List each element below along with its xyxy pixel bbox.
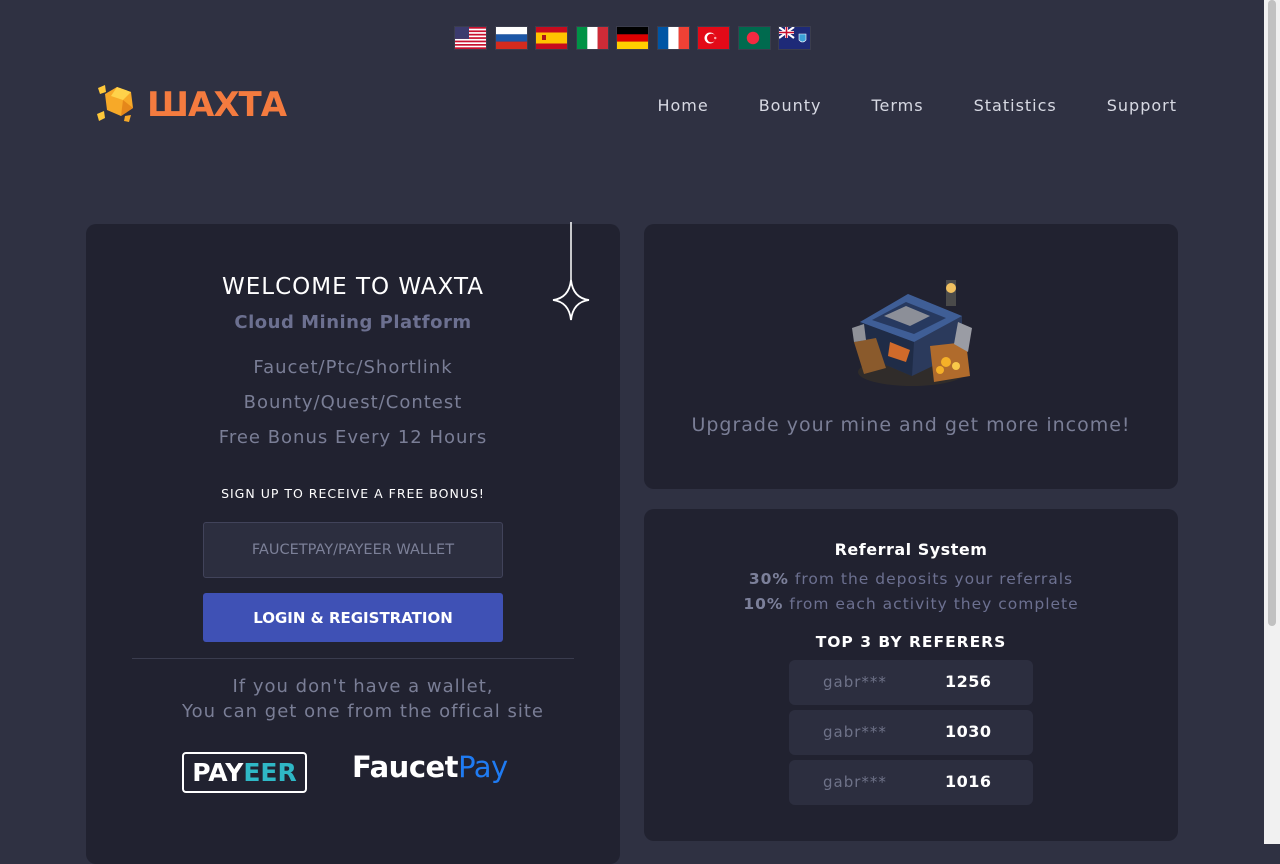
nav-statistics[interactable]: Statistics (974, 96, 1057, 115)
nav-bounty[interactable]: Bounty (759, 96, 822, 115)
referral-panel: Referral System 30% from the deposits yo… (644, 509, 1178, 841)
italy-flag-icon[interactable] (576, 27, 608, 49)
divider (132, 658, 574, 659)
payeer-logo-part2: EER (243, 758, 297, 787)
nav-home[interactable]: Home (657, 96, 708, 115)
no-wallet-line-2: You can get one from the offical site (181, 701, 545, 722)
referrer-count: 1030 (945, 722, 992, 741)
nav-terms[interactable]: Terms (871, 96, 923, 115)
payeer-logo-link[interactable]: PAY EER (182, 752, 307, 793)
referral-title: Referral System (834, 540, 988, 559)
referral-text-2: from each activity they complete (783, 595, 1079, 613)
faucetpay-logo-link[interactable]: FaucetPay (352, 750, 508, 784)
top-referrer-row: gabr*** 1030 (789, 710, 1033, 755)
referrer-count: 1256 (945, 672, 992, 691)
germany-flag-icon[interactable] (617, 27, 648, 49)
usa-flag-icon[interactable] (455, 27, 486, 49)
welcome-subtitle: Cloud Mining Platform (234, 312, 472, 333)
sparkle-star-icon (552, 222, 590, 321)
top-referrers-title: TOP 3 BY REFERERS (815, 633, 1007, 651)
referral-text-1: from the deposits your referrals (788, 570, 1074, 588)
welcome-title: WELCOME TO WAXTA (222, 274, 484, 300)
faucetpay-logo-part2: Pay (458, 750, 508, 784)
faucetpay-logo-part1: Faucet (352, 750, 459, 784)
referrer-name: gabr*** (823, 673, 887, 691)
turkey-flag-icon[interactable] (698, 27, 729, 49)
referral-line-2: 10% from each activity they complete (644, 595, 1178, 613)
gold-nugget-icon (97, 85, 133, 122)
page-scrollbar[interactable] (1264, 0, 1280, 844)
login-registration-button[interactable]: LOGIN & REGISTRATION (203, 593, 503, 642)
payeer-logo-part1: PAY (192, 758, 244, 787)
top-referrer-row: gabr*** 1016 (789, 760, 1033, 805)
referrer-name: gabr*** (823, 723, 887, 741)
wallet-input[interactable] (203, 522, 503, 578)
top-referrer-row: gabr*** 1256 (789, 660, 1033, 705)
referral-pct-2: 10% (743, 595, 784, 613)
mine-upgrade-panel: Upgrade your mine and get more income! (644, 224, 1178, 489)
bangladesh-flag-icon[interactable] (738, 27, 770, 49)
main-nav: Home Bounty Terms Statistics Support (607, 96, 1177, 115)
waxta-logo[interactable]: ШАХТА (93, 80, 287, 130)
spain-flag-icon[interactable] (536, 27, 567, 49)
upgrade-text: Upgrade your mine and get more income! (691, 414, 1131, 436)
welcome-panel: WELCOME TO WAXTA Cloud Mining Platform F… (86, 222, 620, 864)
referrer-count: 1016 (945, 772, 992, 791)
scrollbar-thumb[interactable] (1268, 0, 1276, 626)
mine-building-icon (852, 280, 972, 386)
montserrat-flag-icon[interactable] (779, 27, 810, 49)
feature-faucet: Faucet/Ptc/Shortlink (253, 357, 453, 378)
france-flag-icon[interactable] (657, 27, 689, 49)
russia-flag-icon[interactable] (495, 27, 527, 49)
language-flags (455, 27, 820, 49)
no-wallet-line-1: If you don't have a wallet, (232, 676, 494, 697)
referrer-name: gabr*** (823, 773, 887, 791)
signup-prompt: SIGN UP TO RECEIVE A FREE BONUS! (221, 486, 485, 501)
nav-support[interactable]: Support (1107, 96, 1177, 115)
referral-line-1: 30% from the deposits your referrals (644, 570, 1178, 588)
feature-bounty: Bounty/Quest/Contest (243, 392, 463, 413)
feature-bonus: Free Bonus Every 12 Hours (218, 427, 488, 448)
referral-pct-1: 30% (748, 570, 789, 588)
logo-text: ШАХТА (147, 85, 287, 125)
